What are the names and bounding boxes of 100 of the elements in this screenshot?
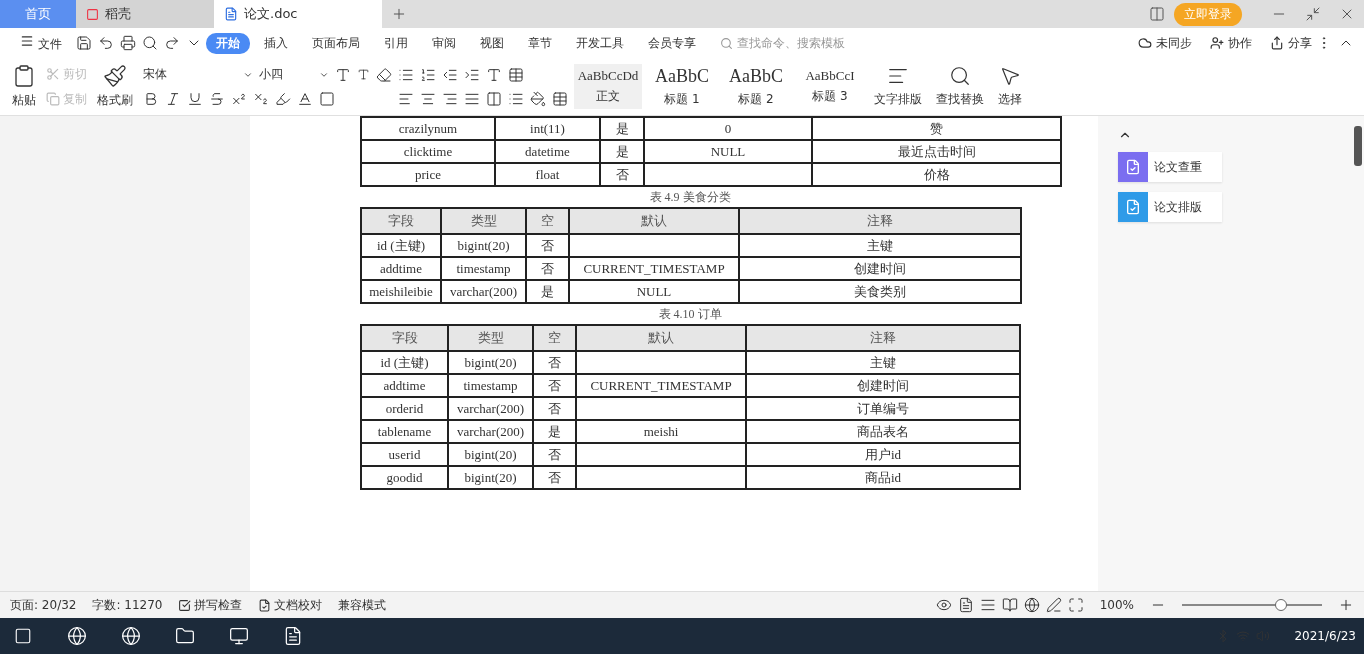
- document-tab[interactable]: 稻壳: [76, 0, 214, 28]
- borders-icon[interactable]: [552, 90, 568, 107]
- table-cell: 用户id: [746, 443, 1020, 466]
- side-panel-button[interactable]: 论文排版: [1118, 192, 1222, 222]
- ribbon-tool[interactable]: 查找替换: [932, 65, 988, 108]
- table-cell: 是: [533, 420, 576, 443]
- proofread-button[interactable]: 文档校对: [258, 596, 323, 614]
- subscript-icon[interactable]: [253, 91, 269, 107]
- column-header: 注释: [746, 325, 1020, 351]
- pointer-icon: [999, 65, 1021, 87]
- menu-icon: [20, 33, 34, 48]
- menu-tab[interactable]: 页面布局: [301, 32, 370, 54]
- menu-tab[interactable]: 开发工具: [565, 32, 634, 54]
- brush-icon: [103, 64, 127, 88]
- menu-tab[interactable]: 审阅: [421, 32, 466, 54]
- table-cell: 否: [533, 397, 576, 420]
- document-icon: [258, 598, 272, 612]
- toolbar-action[interactable]: 分享: [1270, 34, 1312, 52]
- format-painter-button[interactable]: 格式刷: [93, 64, 137, 109]
- file-menu[interactable]: 文件: [10, 31, 72, 55]
- folder-icon[interactable]: [175, 626, 195, 646]
- column-header: 字段: [361, 325, 448, 351]
- reading-view-icon[interactable]: [1001, 597, 1018, 613]
- ribbon-tool[interactable]: 选择: [994, 65, 1026, 108]
- style-preset[interactable]: AaBbC 标题 1: [648, 61, 716, 112]
- scrollbar[interactable]: [1354, 126, 1362, 166]
- table-cell: 最近点击时间: [812, 140, 1061, 163]
- table-cell: 赞: [812, 117, 1061, 140]
- size-select[interactable]: 小四: [259, 66, 329, 83]
- outline-view-icon[interactable]: [979, 597, 996, 613]
- table-cell: 价格: [812, 163, 1061, 186]
- eraser-icon[interactable]: [376, 66, 392, 83]
- table-cell: 是: [526, 280, 569, 303]
- table-cell: timestamp: [441, 257, 526, 280]
- fit-icon[interactable]: [1067, 597, 1084, 613]
- table-cell: bigint(20): [448, 351, 533, 374]
- font-select[interactable]: 宋体: [143, 66, 253, 83]
- style-preset[interactable]: AaBbCcDd 正文: [574, 64, 642, 109]
- menu-tab[interactable]: 章节: [517, 32, 562, 54]
- table-cell: 创建时间: [746, 374, 1020, 397]
- numbered-list-icon[interactable]: [420, 66, 436, 83]
- pen-icon[interactable]: [1045, 597, 1062, 613]
- page-count: 页面: 20/32: [10, 596, 77, 614]
- document-icon: [224, 7, 238, 21]
- underline-icon[interactable]: [187, 91, 203, 107]
- table-cell: CURRENT_TIMESTAMP: [576, 374, 746, 397]
- style-preset[interactable]: AaBbC 标题 2: [722, 61, 790, 112]
- globe-icon[interactable]: [121, 626, 141, 646]
- zoom-in-icon[interactable]: [1338, 597, 1354, 613]
- table-cell: varchar(200): [441, 280, 526, 303]
- search-icon: [949, 65, 971, 87]
- redo-icon[interactable]: [163, 35, 180, 51]
- column-header: 空: [533, 325, 576, 351]
- menu-tab[interactable]: 插入: [253, 32, 298, 54]
- table-cell: clicktime: [361, 140, 495, 163]
- table-cell: 否: [533, 466, 576, 489]
- table-cell: 是: [600, 140, 644, 163]
- eye-icon[interactable]: [935, 597, 952, 613]
- print-icon[interactable]: [119, 35, 136, 51]
- side-panel-button[interactable]: 论文查重: [1118, 152, 1222, 182]
- table-cell: goodid: [361, 466, 448, 489]
- table-cell: tablename: [361, 420, 448, 443]
- menu-tab[interactable]: 视图: [469, 32, 514, 54]
- table-cell: crazilynum: [361, 117, 495, 140]
- style-preset[interactable]: AaBbCcI 标题 3: [796, 64, 864, 109]
- menu-tab[interactable]: 引用: [373, 32, 418, 54]
- table-cell: price: [361, 163, 495, 186]
- highlighter-icon[interactable]: [275, 91, 291, 107]
- browser-icon[interactable]: [67, 626, 87, 646]
- table-cell: CURRENT_TIMESTAMP: [569, 257, 739, 280]
- save-icon[interactable]: [75, 35, 92, 51]
- table-cell: 否: [526, 234, 569, 257]
- table-cell: bigint(20): [441, 234, 526, 257]
- web-view-icon[interactable]: [1023, 597, 1040, 613]
- preview-icon[interactable]: [141, 35, 158, 51]
- layout-icon[interactable]: [1149, 6, 1165, 22]
- shrink-font-icon[interactable]: [357, 68, 370, 81]
- grow-font-icon[interactable]: [335, 66, 351, 83]
- page-view-icon[interactable]: [957, 597, 974, 613]
- app-icon[interactable]: [229, 626, 249, 646]
- document-tab[interactable]: 论文.doc: [214, 0, 382, 28]
- slider-thumb[interactable]: [1274, 599, 1287, 611]
- superscript-icon[interactable]: [231, 91, 247, 107]
- table-cell: userid: [361, 443, 448, 466]
- spell-check-button[interactable]: 拼写检查: [178, 596, 243, 614]
- table-cell: 否: [600, 163, 644, 186]
- ribbon-tool[interactable]: 文字排版: [870, 65, 926, 108]
- undo-icon[interactable]: [97, 35, 114, 51]
- clock-date: 2021/6/23: [1294, 629, 1356, 643]
- toolbar-action[interactable]: 未同步: [1138, 34, 1192, 52]
- menu-tab[interactable]: 会员专享: [637, 32, 706, 54]
- column-header: 类型: [448, 325, 533, 351]
- bold-icon[interactable]: [143, 91, 159, 107]
- clipboard-icon: [12, 64, 36, 88]
- font-color-icon[interactable]: [297, 91, 313, 107]
- toolbar-action[interactable]: 协作: [1210, 34, 1252, 52]
- italic-icon[interactable]: [165, 91, 181, 107]
- paste-button[interactable]: 粘贴: [8, 64, 40, 109]
- strikethrough-icon[interactable]: [209, 91, 225, 107]
- shading-icon[interactable]: [530, 90, 546, 107]
